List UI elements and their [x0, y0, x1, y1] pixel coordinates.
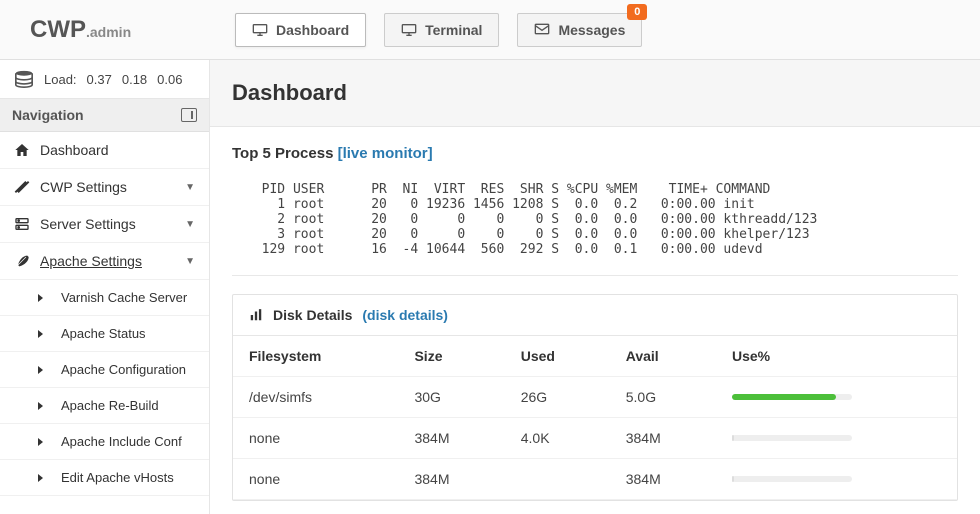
cell-avail: 5.0G	[610, 377, 716, 418]
nav-sub-apache-config[interactable]: Apache Configuration	[0, 352, 209, 388]
triangle-right-icon	[38, 330, 43, 338]
usage-bar	[732, 435, 852, 441]
triangle-right-icon	[38, 294, 43, 302]
nav-sub-label: Edit Apache vHosts	[61, 470, 174, 485]
chevron-down-icon: ▼	[185, 256, 195, 267]
monitor-icon	[252, 23, 268, 37]
disk-heading-text: Disk Details	[273, 307, 352, 323]
page-title: Dashboard	[232, 80, 958, 106]
disk-table: Filesystem Size Used Avail Use% /dev/sim…	[233, 336, 957, 500]
cell-fs: none	[233, 418, 398, 459]
chart-icon	[249, 308, 263, 322]
cell-use	[716, 377, 957, 418]
load-1: 0.37	[87, 72, 112, 87]
monitor-icon	[401, 23, 417, 37]
brand-sub: .admin	[86, 24, 131, 40]
triangle-right-icon	[38, 366, 43, 374]
nav-item-apache-settings[interactable]: Apache Settings ▼	[0, 243, 209, 280]
cell-fs: /dev/simfs	[233, 377, 398, 418]
chevron-down-icon: ▼	[185, 219, 195, 230]
nav-sub-apache-rebuild[interactable]: Apache Re-Build	[0, 388, 209, 424]
sidebar-collapse-icon[interactable]	[181, 108, 197, 122]
col-avail: Avail	[610, 336, 716, 377]
table-header-row: Filesystem Size Used Avail Use%	[233, 336, 957, 377]
tab-terminal[interactable]: Terminal	[384, 13, 499, 47]
table-row: none384M384M	[233, 459, 957, 500]
nav-item-server-settings[interactable]: Server Settings ▼	[0, 206, 209, 243]
top5-heading: Top 5 Process [live monitor]	[232, 145, 958, 162]
tab-dashboard-label: Dashboard	[276, 22, 349, 38]
nav-sub-varnish[interactable]: Varnish Cache Server	[0, 280, 209, 316]
nav-heading-label: Navigation	[12, 107, 84, 123]
nav-sub-label: Apache Configuration	[61, 362, 186, 377]
cell-avail: 384M	[610, 418, 716, 459]
tab-messages[interactable]: Messages 0	[517, 13, 642, 47]
nav-item-label: Server Settings	[40, 216, 136, 232]
cell-used: 4.0K	[505, 418, 610, 459]
chevron-down-icon: ▼	[185, 182, 195, 193]
top5-output: PID USER PR NI VIRT RES SHR S %CPU %MEM …	[232, 170, 958, 276]
cell-size: 30G	[398, 377, 504, 418]
feather-icon	[14, 253, 30, 269]
nav-sub-label: Varnish Cache Server	[61, 290, 187, 305]
server-icon	[14, 216, 30, 232]
top5-heading-text: Top 5 Process	[232, 145, 338, 162]
nav-sub-apache-vhosts[interactable]: Edit Apache vHosts	[0, 460, 209, 496]
disk-panel: Disk Details (disk details) Filesystem S…	[232, 294, 958, 501]
usage-bar	[732, 476, 852, 482]
table-row: /dev/simfs30G26G5.0G	[233, 377, 957, 418]
nav-item-label: Dashboard	[40, 142, 109, 158]
page-title-wrap: Dashboard	[210, 60, 980, 127]
col-size: Size	[398, 336, 504, 377]
load-2: 0.18	[122, 72, 147, 87]
cell-used: 26G	[505, 377, 610, 418]
triangle-right-icon	[38, 474, 43, 482]
nav-sub-apache-include[interactable]: Apache Include Conf	[0, 424, 209, 460]
top-bar: CWP.admin Dashboard Terminal Messages	[0, 0, 980, 60]
cell-use	[716, 418, 957, 459]
nav-item-label: Apache Settings	[40, 253, 142, 269]
cell-avail: 384M	[610, 459, 716, 500]
nav-sub-label: Apache Re-Build	[61, 398, 159, 413]
usage-bar	[732, 394, 852, 400]
tab-dashboard[interactable]: Dashboard	[235, 13, 366, 47]
main-content: Dashboard Top 5 Process [live monitor] P…	[210, 60, 980, 514]
top-tabs: Dashboard Terminal Messages 0	[210, 13, 642, 47]
load-label: Load:	[44, 72, 77, 87]
triangle-right-icon	[38, 438, 43, 446]
nav-heading: Navigation	[0, 99, 209, 132]
load-3: 0.06	[157, 72, 182, 87]
nav-list: Dashboard CWP Settings ▼ Server Settings…	[0, 132, 209, 496]
disk-panel-head: Disk Details (disk details)	[233, 295, 957, 336]
tab-terminal-label: Terminal	[425, 22, 482, 38]
disk-details-link[interactable]: (disk details)	[362, 307, 448, 323]
cell-fs: none	[233, 459, 398, 500]
home-icon	[14, 142, 30, 158]
messages-badge: 0	[627, 4, 647, 20]
tools-icon	[14, 179, 30, 195]
cell-size: 384M	[398, 459, 504, 500]
triangle-right-icon	[38, 402, 43, 410]
col-used: Used	[505, 336, 610, 377]
nav-item-cwp-settings[interactable]: CWP Settings ▼	[0, 169, 209, 206]
sidebar: Load: 0.37 0.18 0.06 Navigation Dashboar…	[0, 60, 210, 514]
envelope-icon	[534, 23, 550, 37]
col-filesystem: Filesystem	[233, 336, 398, 377]
nav-item-dashboard[interactable]: Dashboard	[0, 132, 209, 169]
tab-messages-label: Messages	[558, 22, 625, 38]
nav-sub-label: Apache Include Conf	[61, 434, 182, 449]
live-monitor-link[interactable]: [live monitor]	[338, 145, 433, 162]
brand-logo: CWP.admin	[0, 16, 210, 44]
database-icon	[14, 70, 34, 88]
cell-used	[505, 459, 610, 500]
brand-main: CWP	[30, 16, 86, 43]
load-average: Load: 0.37 0.18 0.06	[0, 60, 209, 99]
col-use: Use%	[716, 336, 957, 377]
cell-size: 384M	[398, 418, 504, 459]
cell-use	[716, 459, 957, 500]
nav-sub-apache-status[interactable]: Apache Status	[0, 316, 209, 352]
table-row: none384M4.0K384M	[233, 418, 957, 459]
nav-sub-label: Apache Status	[61, 326, 146, 341]
nav-item-label: CWP Settings	[40, 179, 127, 195]
